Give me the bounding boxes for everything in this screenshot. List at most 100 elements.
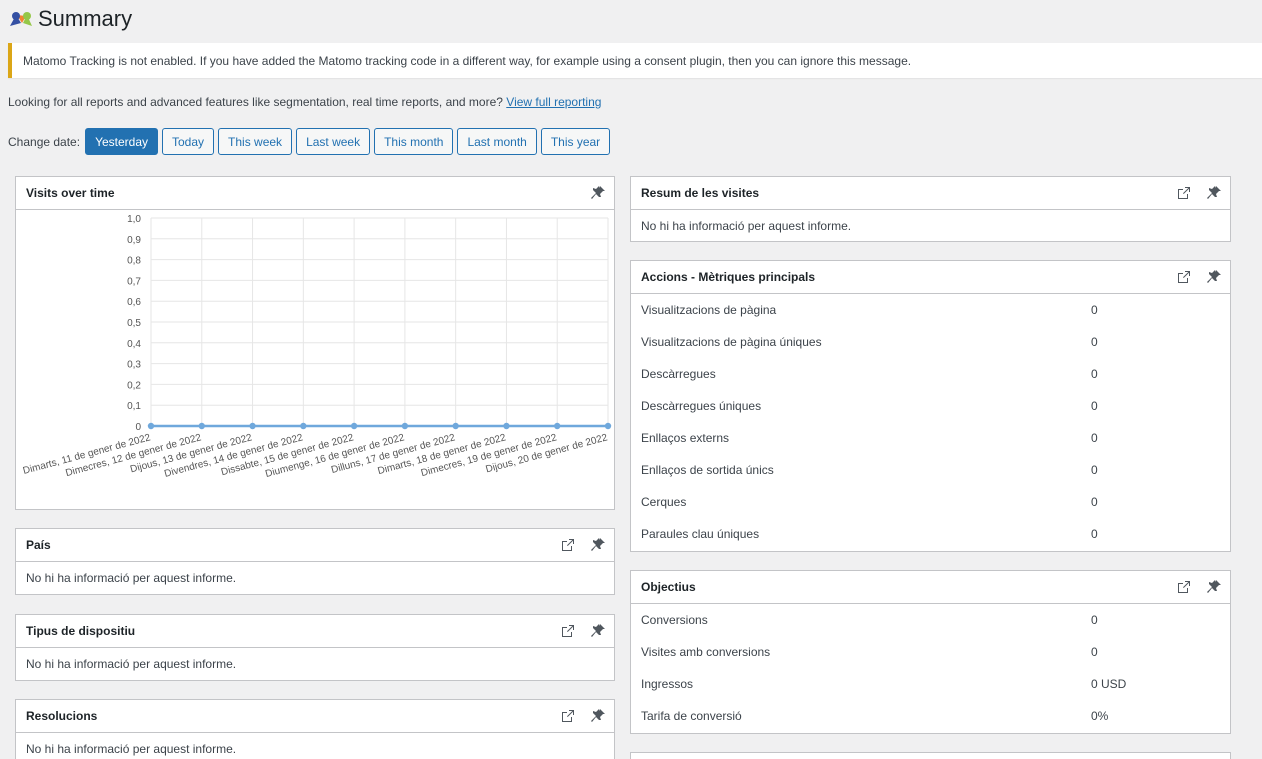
data-point (249, 422, 256, 430)
widget-title: Accions - Mètriques principals (641, 270, 816, 284)
widget-title: Objectius (641, 580, 696, 594)
metric-row: Paraules clau úniques 0 (631, 518, 1230, 550)
metric-name: Tarifa de conversió (641, 709, 742, 723)
metric-value: 0 (1091, 303, 1098, 317)
y-tick-label: 0,9 (127, 235, 141, 246)
tipus-dispositiu-widget: Tipus de dispositiu No hi ha informació … (15, 614, 615, 681)
external-link-icon[interactable] (560, 537, 576, 553)
widget-header: Resolucions (16, 700, 614, 733)
change-date-bar: Change date: Yesterday Today This week L… (8, 128, 611, 155)
y-tick-label: 0,8 (127, 256, 141, 267)
metric-value: 0 (1091, 367, 1098, 381)
metric-name: Conversions (641, 613, 708, 627)
date-button-today[interactable]: Today (162, 128, 215, 155)
metric-value: 0 (1091, 613, 1098, 627)
promo-line: Looking for all reports and advanced fea… (8, 95, 601, 109)
external-link-icon[interactable] (560, 623, 576, 639)
metric-value: 0 (1091, 463, 1098, 477)
data-point (300, 422, 307, 430)
empty-message: No hi ha informació per aquest informe. (26, 656, 237, 671)
widget-header: Objectius (631, 571, 1230, 604)
metric-row: Visites amb conversions 0 (631, 636, 1230, 668)
pin-icon[interactable] (1206, 579, 1222, 595)
metric-value: 0 USD (1091, 677, 1127, 691)
empty-message: No hi ha informació per aquest informe. (26, 570, 237, 585)
metric-name: Enllaços externs (641, 431, 730, 445)
resum-visites-widget: Resum de les visites No hi ha informació… (630, 176, 1231, 242)
widget-header: Accions - Mètriques principals (631, 261, 1230, 294)
promo-text: Looking for all reports and advanced fea… (8, 95, 507, 109)
date-button-last-month[interactable]: Last month (457, 128, 537, 155)
metrics-list: Conversions 0 Visites amb conversions 0 In… (631, 604, 1230, 732)
y-tick-label: 0,6 (127, 297, 141, 308)
widget-title: País (26, 538, 51, 552)
metric-value: 0 (1091, 399, 1098, 413)
line-chart: 1,00,90,80,70,60,50,40,30,20,10Dimarts, … (22, 214, 612, 480)
metric-name: Paraules clau úniques (641, 527, 760, 541)
visits-chart: 1,0 0,9 0,8 0,7 0,6 0,5 0,4 0,3 0,2 0,1 0 Dimarts, … (16, 210, 614, 511)
widget-header: Resum de les visites (631, 177, 1230, 210)
data-point (554, 422, 561, 430)
metric-value: 0% (1091, 709, 1109, 723)
pin-icon[interactable] (590, 185, 606, 201)
metric-value: 0 (1091, 431, 1098, 445)
tracking-notice: Matomo Tracking is not enabled. If you h… (8, 43, 1262, 78)
visits-over-time-widget: Visits over time 1,0 0,9 0,8 0,7 0,6 0,5 0,4 0,… (15, 176, 615, 510)
y-tick-label: 0,3 (127, 360, 141, 371)
metric-name: Enllaços de sortida únics (641, 463, 774, 477)
external-link-icon[interactable] (1176, 269, 1192, 285)
y-tick-label: 0,5 (127, 318, 141, 329)
metric-row: Ingressos 0 USD (631, 668, 1230, 700)
data-point (350, 422, 358, 430)
widget-title: Visits over time (26, 186, 115, 200)
accions-widget: Accions - Mètriques principals Visualitz… (630, 260, 1231, 552)
metric-value: 0 (1091, 645, 1098, 659)
data-point (198, 422, 205, 430)
widget-header: Visits over time (16, 177, 614, 210)
date-button-yesterday[interactable]: Yesterday (85, 128, 158, 155)
widget-title: Resum de les visites (641, 186, 760, 200)
next-widget (630, 752, 1231, 759)
external-link-icon[interactable] (1176, 579, 1192, 595)
empty-message: No hi ha informació per aquest informe. (26, 741, 237, 756)
pin-icon[interactable] (1206, 269, 1222, 285)
objectius-widget: Objectius Conversions 0 Visites amb conve… (630, 570, 1231, 734)
data-point (452, 422, 459, 430)
metric-row: Enllaços externs 0 (631, 422, 1230, 454)
y-tick-label: 1,0 (127, 214, 141, 225)
date-button-this-year[interactable]: This year (540, 128, 611, 155)
pin-icon[interactable] (590, 623, 606, 639)
metric-name: Ingressos (641, 677, 694, 691)
y-tick-label: 0 (135, 422, 141, 433)
widget-header: Tipus de dispositiu (16, 615, 614, 648)
data-point (604, 422, 612, 430)
date-button-last-week[interactable]: Last week (296, 128, 371, 155)
widget-title: Resolucions (26, 709, 98, 723)
date-button-this-month[interactable]: This month (374, 128, 454, 155)
page-header: Summary (8, 6, 132, 32)
pin-icon[interactable] (590, 537, 606, 553)
metric-row: Visualitzacions de pàgina 0 (631, 294, 1230, 326)
metric-name: Visites amb conversions (641, 645, 771, 659)
metric-name: Visualitzacions de pàgina úniques (641, 335, 822, 349)
metric-row: Cerques 0 (631, 486, 1230, 518)
change-date-label: Change date: (8, 134, 81, 149)
matomo-logo-icon (10, 12, 32, 26)
metric-row: Tarifa de conversió 0% (631, 700, 1230, 732)
date-button-this-week[interactable]: This week (218, 128, 293, 155)
data-point (503, 422, 510, 430)
pin-icon[interactable] (590, 708, 606, 724)
page-title: Summary (38, 6, 133, 31)
metric-row: Conversions 0 (631, 604, 1230, 636)
metrics-list: Visualitzacions de pàgina 0 Visualitzacio… (631, 294, 1230, 550)
external-link-icon[interactable] (1176, 185, 1192, 201)
view-full-reporting-link[interactable]: View full reporting (506, 95, 601, 109)
notice-text: Matomo Tracking is not enabled. If you h… (23, 53, 912, 68)
empty-message: No hi ha informació per aquest informe. (641, 218, 852, 233)
external-link-icon[interactable] (560, 708, 576, 724)
resolucions-widget: Resolucions No hi ha informació per aque… (15, 699, 615, 759)
pin-icon[interactable] (1206, 185, 1222, 201)
metric-row: Enllaços de sortida únics 0 (631, 454, 1230, 486)
metric-name: Descàrregues úniques (641, 399, 762, 413)
metric-row: Descàrregues úniques 0 (631, 390, 1230, 422)
